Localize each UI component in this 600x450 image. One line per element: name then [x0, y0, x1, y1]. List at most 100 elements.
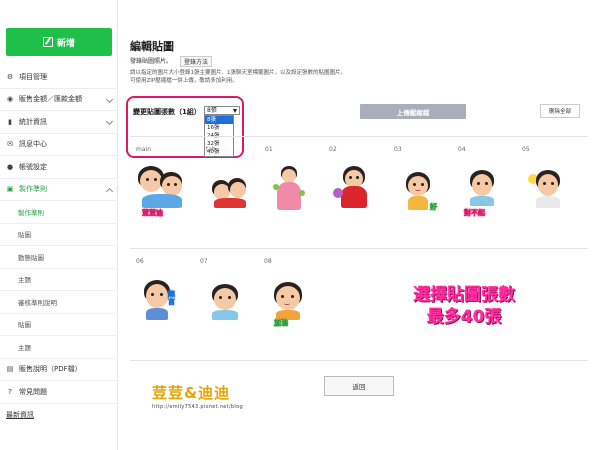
sticker-count-select[interactable]: 8張: [204, 106, 240, 115]
sticker-caption: 無言: [168, 290, 176, 307]
sidebar-item-guidelines[interactable]: ▣ 製作準則: [0, 179, 118, 201]
sticker-image: 荳荳迪: [136, 162, 186, 220]
sticker-caption: 對不起: [464, 209, 486, 218]
sidebar-item-account[interactable]: ● 帳號設定: [0, 156, 118, 179]
sidebar-subitem-review-themes[interactable]: 主題: [0, 336, 118, 359]
slot-label: 07: [200, 258, 208, 265]
mail-icon: ✉: [7, 140, 13, 149]
description-line: 請以指定的圖片大小登錄1張主要圖片、1張聊天室標籤圖片，以及設定張數的貼圖圖片。: [130, 70, 347, 76]
slot-label: 03: [394, 146, 402, 153]
sticker-image: [200, 274, 250, 332]
upload-tab-register[interactable]: 發錄貼圖照片。: [130, 56, 172, 67]
slot-label: 02: [329, 146, 337, 153]
gear-icon: ⚙: [6, 72, 14, 81]
sticker-image: 無言: [136, 274, 186, 332]
sticker-image: [329, 162, 379, 220]
sidebar-item-label: 製作準則: [19, 185, 47, 194]
sidebar-item-label: 常見問題: [19, 387, 47, 396]
book-icon: ▣: [6, 185, 14, 194]
sticker-caption: 荳荳迪: [142, 209, 164, 218]
annotation-text: 選擇貼圖張數 最多40張: [394, 284, 534, 328]
sticker-caption: 好: [430, 203, 438, 212]
sticker-image: [206, 162, 256, 220]
new-button[interactable]: 新增: [6, 28, 112, 56]
watermark-title: 荳荳&迪迪: [152, 384, 231, 402]
slot-label: 05: [522, 146, 530, 153]
sidebar-subitem-animated-stickers[interactable]: 動態貼圖: [0, 246, 118, 269]
upload-description: 請以指定的圖片大小登錄1張主要圖片、1張聊天室標籤圖片，以及設定張數的貼圖圖片。…: [130, 69, 430, 85]
sidebar-item-sales[interactable]: ◉ 販售金額／匯款金額: [0, 89, 118, 111]
sidebar-item-label: 販售說明（PDF檔）: [19, 365, 82, 374]
sticker-image: [265, 162, 315, 220]
divider: [130, 360, 588, 361]
slot-label: tab: [206, 146, 216, 153]
dropdown-option-8[interactable]: 8張: [205, 116, 233, 124]
annotation-line: 選擇貼圖張數: [413, 285, 515, 305]
divider: [130, 136, 588, 137]
sticker-slot-08[interactable]: 08 加油: [264, 258, 324, 332]
sticker-slot-06[interactable]: 06 無言: [136, 258, 196, 332]
sidebar-subitem-review-stickers[interactable]: 貼圖: [0, 314, 118, 336]
sidebar-item-projects[interactable]: ⚙ 項目管理: [0, 66, 118, 89]
sticker-caption: 加油: [274, 319, 289, 328]
chevron-down-icon: [105, 95, 114, 103]
sticker-image: 好: [394, 162, 444, 220]
slot-label: main: [136, 146, 151, 153]
upload-zip-button[interactable]: 上傳壓縮檔: [360, 104, 466, 119]
file-icon: ▤: [6, 365, 14, 374]
page-title: 編輯貼圖: [130, 40, 174, 53]
sticker-slot-04[interactable]: 04 對不起: [458, 146, 518, 220]
annotation-line: 最多40張: [426, 307, 502, 327]
sticker-slot-03[interactable]: 03 好: [394, 146, 454, 220]
upload-tab-method[interactable]: 登錄方法: [180, 56, 213, 67]
sticker-image: 對不起: [458, 162, 508, 220]
divider: [130, 248, 588, 249]
sidebar-item-label: 項目管理: [19, 72, 47, 81]
sidebar: 新增 ⚙ 項目管理 ◉ 販售金額／匯款金額 ▮ 統計資訊 ✉ 訊息中心 ● 帳號…: [0, 0, 118, 450]
sticker-slot-05[interactable]: 05: [522, 146, 582, 220]
chart-icon: ▮: [8, 117, 12, 126]
sidebar-subitem-review-guidelines[interactable]: 審核準則說明: [0, 291, 118, 314]
sticker-count-selected: 8張: [207, 107, 217, 114]
sidebar-item-label: 統計資訊: [19, 117, 47, 126]
chevron-down-icon: [105, 117, 114, 126]
sticker-image: [522, 162, 572, 220]
watermark-url: http://emily7543.pixnet.net/blog: [152, 404, 243, 410]
sidebar-subitem-themes[interactable]: 主題: [0, 269, 118, 291]
sticker-slot-tab[interactable]: tab: [206, 146, 266, 220]
sidebar-item-label: 帳號設定: [19, 162, 47, 171]
dropdown-option-16[interactable]: 16張: [205, 124, 233, 132]
coin-icon: ◉: [6, 95, 14, 104]
watermark: 荳荳&迪迪 http://emily7543.pixnet.net/blog: [152, 382, 280, 418]
sidebar-item-label: 販售金額／匯款金額: [19, 95, 82, 104]
sidebar-item-label: 最新資訊: [6, 410, 34, 419]
upload-tabs: 發錄貼圖照片。 登錄方法: [130, 56, 213, 67]
sidebar-item-faq[interactable]: ? 常見問題: [0, 381, 118, 404]
sidebar-subitem-stickers[interactable]: 貼圖: [0, 224, 118, 246]
slot-label: 06: [136, 258, 144, 265]
sticker-slot-01[interactable]: 01: [265, 146, 325, 220]
sidebar-item-news[interactable]: 最新資訊: [0, 404, 118, 427]
sticker-slot-07[interactable]: 07: [200, 258, 260, 332]
sidebar-item-sales-pdf[interactable]: ▤ 販售說明（PDF檔）: [0, 359, 118, 381]
slot-label: 01: [265, 146, 273, 153]
slot-label: 04: [458, 146, 466, 153]
back-button[interactable]: 返回: [324, 376, 394, 396]
sidebar-item-stats[interactable]: ▮ 統計資訊: [0, 111, 118, 134]
chevron-up-icon: [105, 187, 114, 195]
sticker-slot-main[interactable]: main 荳荳迪: [136, 146, 196, 220]
sidebar-subitem-guidelines[interactable]: 製作準則: [0, 201, 118, 224]
sidebar-item-messages[interactable]: ✉ 訊息中心: [0, 134, 118, 156]
new-button-label: 新增: [56, 38, 75, 49]
sticker-slot-02[interactable]: 02: [329, 146, 389, 220]
sidebar-item-label: 訊息中心: [19, 140, 47, 149]
question-icon: ?: [8, 387, 12, 396]
edit-icon: [42, 37, 53, 47]
sidebar-menu: ⚙ 項目管理 ◉ 販售金額／匯款金額 ▮ 統計資訊 ✉ 訊息中心 ● 帳號設定 …: [0, 66, 118, 426]
caret-down-icon: [233, 109, 237, 113]
description-line: 可使用ZIP壓縮檔一併上傳，敬請多加利用。: [130, 78, 238, 84]
sticker-image: 加油: [264, 274, 314, 332]
user-icon: ●: [6, 162, 14, 171]
delete-all-button[interactable]: 刪除全部: [540, 104, 580, 118]
sticker-count-label: 變更貼圖張數（1組）: [133, 108, 201, 116]
